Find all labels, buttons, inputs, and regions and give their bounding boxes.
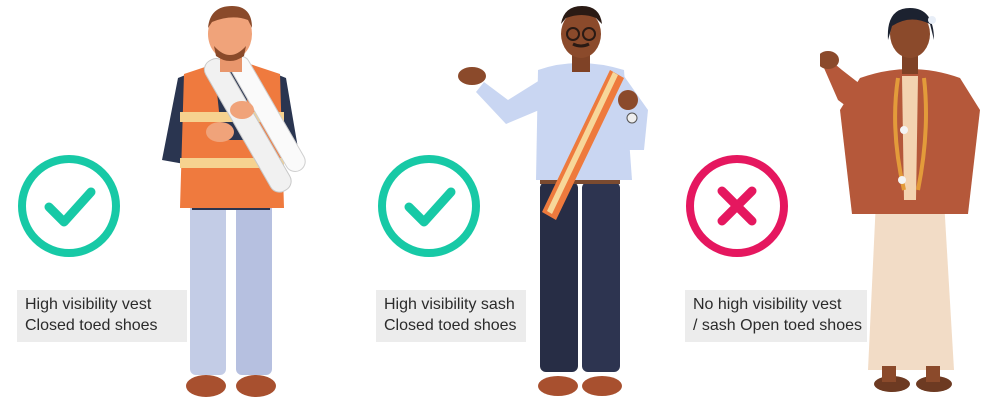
caption-line-2: Closed toed shoes xyxy=(384,317,517,334)
x-circle-icon xyxy=(686,155,788,257)
caption-line-2: Closed toed shoes xyxy=(25,317,158,334)
caption-no-ppe: No high visibility vest / sash Open toed… xyxy=(685,290,867,342)
panel-vest: High visibility vest Closed toed shoes xyxy=(0,0,320,401)
caption-line-1: No high visibility vest xyxy=(693,296,842,313)
panel-sash: High visibility sash Closed toed shoes xyxy=(330,0,670,401)
caption-line-2: / sash Open toed shoes xyxy=(693,317,862,334)
caption-vest: High visibility vest Closed toed shoes xyxy=(17,290,187,342)
panel-no-ppe: No high visibility vest / sash Open toed… xyxy=(675,0,1000,401)
caption-line-1: High visibility sash xyxy=(384,296,515,313)
caption-line-1: High visibility vest xyxy=(25,296,152,313)
caption-sash: High visibility sash Closed toed shoes xyxy=(376,290,526,342)
check-circle-icon xyxy=(18,155,120,257)
